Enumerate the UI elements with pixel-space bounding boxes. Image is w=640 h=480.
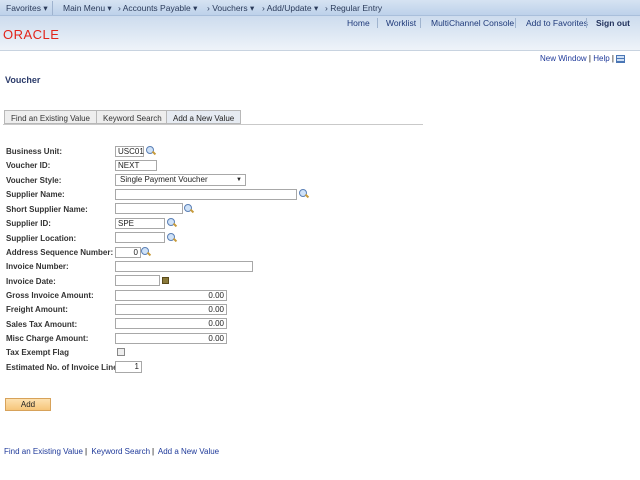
voucher-style-select[interactable]: Single Payment Voucher ▼ bbox=[115, 174, 246, 186]
crumb-accounts-payable[interactable]: › Accounts Payable ▾ bbox=[118, 3, 197, 14]
supplier-name-input[interactable] bbox=[115, 189, 297, 200]
invoice-number-label: Invoice Number: bbox=[6, 262, 69, 271]
short-supplier-name-input[interactable] bbox=[115, 203, 183, 214]
supplier-location-label: Supplier Location: bbox=[6, 234, 77, 243]
add-button[interactable]: Add bbox=[5, 398, 51, 411]
short-supplier-name-lookup-icon[interactable] bbox=[184, 204, 194, 214]
crumb-regular-entry: › Regular Entry bbox=[325, 3, 383, 13]
address-seq-label: Address Sequence Number: bbox=[6, 248, 114, 257]
voucher-style-value: Single Payment Voucher bbox=[120, 175, 208, 184]
est-lines-input[interactable]: 1 bbox=[115, 361, 142, 373]
help-link[interactable]: Help bbox=[593, 54, 609, 63]
home-link[interactable]: Home bbox=[347, 18, 370, 28]
voucher-id-label: Voucher ID: bbox=[6, 161, 51, 170]
invoice-number-input[interactable] bbox=[115, 261, 253, 272]
sign-out-link[interactable]: Sign out bbox=[596, 18, 630, 28]
oracle-logo: ORACLE bbox=[3, 27, 60, 42]
worklist-link[interactable]: Worklist bbox=[386, 18, 416, 28]
freight-amount-label: Freight Amount: bbox=[6, 305, 68, 314]
supplier-id-input[interactable]: SPE bbox=[115, 218, 165, 229]
address-seq-input[interactable]: 0 bbox=[115, 247, 141, 258]
crumb-vouchers[interactable]: › Vouchers ▾ bbox=[207, 3, 254, 14]
misc-charge-amount-label: Misc Charge Amount: bbox=[6, 334, 89, 343]
sales-tax-amount-label: Sales Tax Amount: bbox=[6, 320, 78, 329]
est-lines-label: Estimated No. of Invoice Lines: bbox=[6, 363, 125, 372]
voucher-id-input[interactable]: NEXT bbox=[115, 160, 157, 171]
bottom-links: Find an Existing Value | Keyword Search | … bbox=[4, 447, 220, 456]
tax-exempt-checkbox[interactable] bbox=[117, 348, 125, 356]
invoice-date-label: Invoice Date: bbox=[6, 277, 56, 286]
supplier-location-lookup-icon[interactable] bbox=[167, 233, 177, 243]
supplier-location-input[interactable] bbox=[115, 232, 165, 243]
multichannel-console-link[interactable]: MultiChannel Console bbox=[431, 18, 514, 28]
misc-charge-amount-input[interactable]: 0.00 bbox=[115, 333, 227, 344]
add-to-favorites-link[interactable]: Add to Favorites bbox=[526, 18, 588, 28]
breadcrumb-nav: Favorites ▾ Main Menu ▾ › Accounts Payab… bbox=[0, 0, 640, 16]
supplier-name-lookup-icon[interactable] bbox=[299, 189, 309, 199]
business-unit-label: Business Unit: bbox=[6, 147, 63, 156]
page-toolbar: New Window | Help | bbox=[540, 54, 626, 63]
business-unit-input[interactable]: USC01 bbox=[115, 146, 144, 157]
favorites-menu[interactable]: Favorites ▾ bbox=[6, 3, 48, 14]
supplier-name-label: Supplier Name: bbox=[6, 190, 65, 199]
tax-exempt-label: Tax Exempt Flag bbox=[6, 348, 69, 357]
add-new-value-link[interactable]: Add a New Value bbox=[158, 447, 219, 456]
find-existing-value-link[interactable]: Find an Existing Value bbox=[4, 447, 83, 456]
header: Home Worklist MultiChannel Console Add t… bbox=[0, 16, 640, 51]
invoice-date-input[interactable] bbox=[115, 275, 160, 286]
freight-amount-input[interactable]: 0.00 bbox=[115, 304, 227, 315]
business-unit-lookup-icon[interactable] bbox=[146, 146, 156, 156]
grid-icon[interactable] bbox=[616, 54, 626, 63]
new-window-link[interactable]: New Window bbox=[540, 54, 587, 63]
main-menu[interactable]: Main Menu ▾ bbox=[63, 3, 112, 14]
gross-amount-input[interactable]: 0.00 bbox=[115, 290, 227, 301]
sales-tax-amount-input[interactable]: 0.00 bbox=[115, 318, 227, 329]
short-supplier-name-label: Short Supplier Name: bbox=[6, 205, 88, 214]
tab-keyword-search[interactable]: Keyword Search bbox=[96, 110, 169, 124]
tab-find-existing-value[interactable]: Find an Existing Value bbox=[4, 110, 98, 124]
crumb-add-update[interactable]: › Add/Update ▾ bbox=[262, 3, 318, 14]
address-seq-lookup-icon[interactable] bbox=[141, 247, 151, 257]
supplier-id-lookup-icon[interactable] bbox=[167, 218, 177, 228]
tab-add-new-value[interactable]: Add a New Value bbox=[166, 110, 242, 124]
keyword-search-link[interactable]: Keyword Search bbox=[91, 447, 150, 456]
supplier-id-label: Supplier ID: bbox=[6, 219, 51, 228]
gross-amount-label: Gross Invoice Amount: bbox=[6, 291, 94, 300]
voucher-style-label: Voucher Style: bbox=[6, 176, 62, 185]
chevron-down-icon: ▼ bbox=[236, 177, 242, 183]
page-title: Voucher bbox=[5, 75, 41, 85]
calendar-icon[interactable] bbox=[162, 277, 169, 284]
